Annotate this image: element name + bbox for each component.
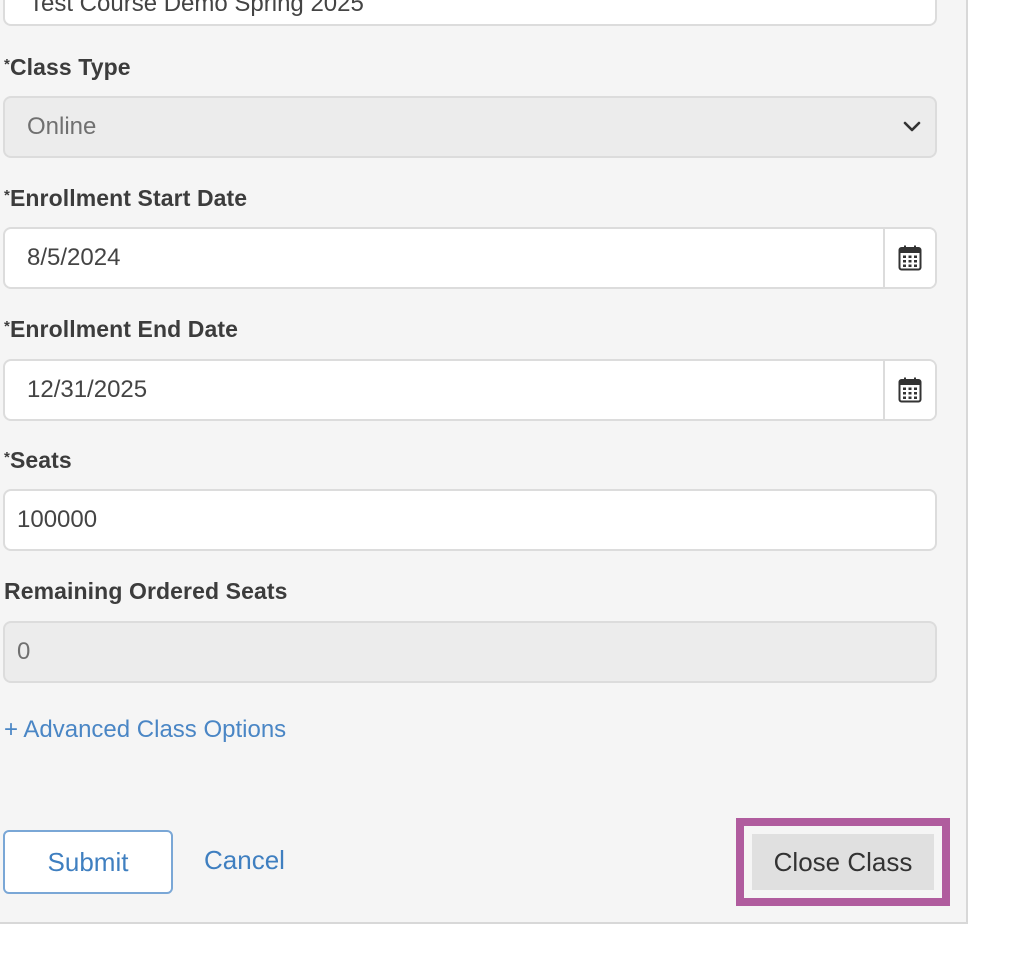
required-marker: * — [4, 449, 10, 466]
remaining-seats-input: 0 — [3, 621, 937, 683]
course-name-value: Test Course Demo Spring 2025 — [29, 0, 364, 17]
required-marker: * — [4, 318, 10, 335]
calendar-icon — [898, 245, 922, 271]
remaining-seats-label: Remaining Ordered Seats — [4, 578, 288, 605]
seats-label-text: Seats — [9, 447, 72, 473]
close-class-highlight: Close Class — [736, 818, 950, 906]
remaining-seats-label-text: Remaining Ordered Seats — [4, 578, 288, 604]
enrollment-end-value: 12/31/2025 — [27, 376, 148, 403]
class-type-value: Online — [27, 113, 97, 140]
required-marker: * — [4, 187, 10, 204]
chevron-down-icon — [903, 121, 921, 132]
cancel-button[interactable]: Cancel — [204, 845, 285, 876]
enrollment-end-date-input[interactable]: 12/31/2025 — [3, 359, 937, 421]
close-class-button[interactable]: Close Class — [752, 834, 934, 890]
class-edit-form: Test Course Demo Spring 2025 *Class Type… — [0, 0, 968, 924]
class-type-label-text: Class Type — [9, 54, 131, 80]
enrollment-end-calendar-button[interactable] — [883, 361, 935, 419]
required-marker: * — [4, 56, 10, 73]
enrollment-end-label: *Enrollment End Date — [4, 316, 238, 343]
enrollment-start-value: 8/5/2024 — [27, 244, 121, 271]
calendar-icon — [898, 377, 922, 403]
submit-button[interactable]: Submit — [3, 830, 173, 894]
seats-input[interactable]: 100000 — [3, 489, 937, 551]
enrollment-start-label-text: Enrollment Start Date — [9, 185, 248, 211]
enrollment-start-calendar-button[interactable] — [883, 229, 935, 287]
enrollment-start-label: *Enrollment Start Date — [4, 185, 247, 212]
seats-label: *Seats — [4, 447, 72, 474]
class-type-label: *Class Type — [4, 54, 131, 81]
enrollment-end-label-text: Enrollment End Date — [9, 316, 239, 342]
class-type-select[interactable]: Online — [3, 96, 937, 158]
enrollment-start-date-input[interactable]: 8/5/2024 — [3, 227, 937, 289]
seats-value: 100000 — [17, 506, 98, 533]
remaining-seats-value: 0 — [17, 638, 31, 665]
course-name-input[interactable]: Test Course Demo Spring 2025 — [3, 0, 937, 26]
advanced-class-options-link[interactable]: + Advanced Class Options — [4, 716, 286, 744]
